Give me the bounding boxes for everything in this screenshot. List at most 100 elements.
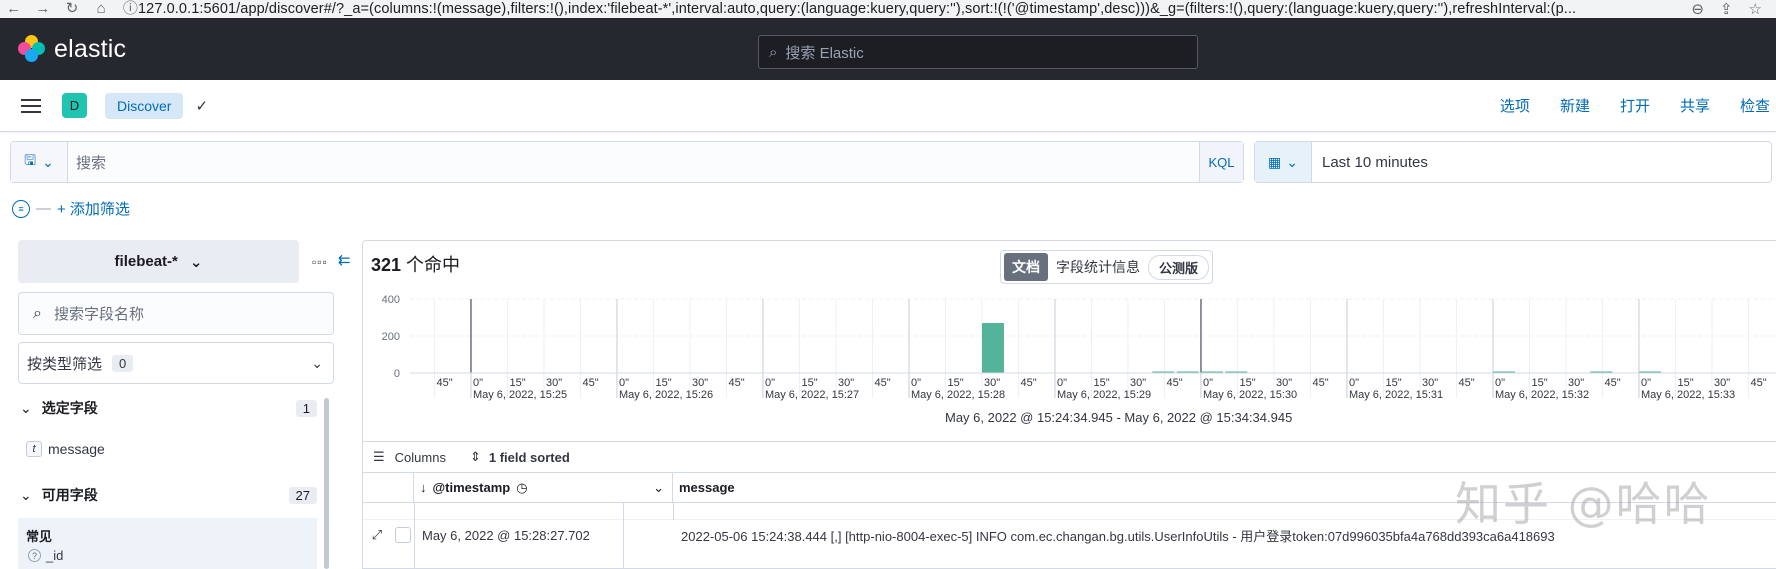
minute-label: May 6, 2022, 15:33 bbox=[1641, 389, 1735, 401]
unknown-type-icon: ? bbox=[28, 549, 41, 562]
sidebar-scrollbar[interactable] bbox=[324, 398, 329, 569]
app-menu-links: 选项 新建 打开 共享 检查 bbox=[1500, 95, 1770, 116]
x-tick-label: 45" bbox=[436, 377, 452, 389]
x-tick-label: 30" bbox=[1422, 377, 1438, 389]
forward-icon[interactable]: → bbox=[35, 1, 50, 17]
more-options-icon[interactable]: ▫▫▫ bbox=[312, 255, 328, 269]
y-tick-label: 200 bbox=[382, 331, 400, 343]
row-checkbox[interactable] bbox=[395, 527, 411, 543]
x-tick-label: 15" bbox=[1385, 377, 1401, 389]
columns-button[interactable]: Columns bbox=[395, 450, 446, 465]
available-fields-header[interactable]: ⌄ 可用字段 27 bbox=[20, 485, 317, 505]
x-tick-label: 45" bbox=[1312, 377, 1328, 389]
app-bar: D Discover ✓ 选项 新建 打开 共享 检查 bbox=[0, 80, 1776, 132]
space-avatar[interactable]: D bbox=[62, 93, 87, 118]
x-tick-label: 0" bbox=[911, 377, 921, 389]
x-tick-label: 30" bbox=[1714, 377, 1730, 389]
selected-fields-header[interactable]: ⌄ 选定字段 1 bbox=[20, 398, 317, 418]
new-link[interactable]: 新建 bbox=[1560, 95, 1590, 116]
date-range-label: May 6, 2022 @ 15:24:34.945 - May 6, 2022… bbox=[945, 410, 1293, 425]
field-item-message[interactable]: t message bbox=[26, 441, 105, 457]
x-tick-label: 0" bbox=[765, 377, 775, 389]
sort-icon: ⇕ bbox=[469, 449, 481, 464]
x-tick-label: 15" bbox=[947, 377, 963, 389]
x-tick-label: 30" bbox=[838, 377, 854, 389]
address-bar[interactable]: 127.0.0.1:5601/app/discover#/?_a=(column… bbox=[138, 1, 1677, 17]
query-bar: 🖫 ⌄ 搜索 KQL bbox=[10, 141, 1244, 183]
add-filter-button[interactable]: + 添加筛选 bbox=[57, 198, 130, 219]
global-search-input[interactable]: ⌕ 搜索 Elastic bbox=[758, 35, 1198, 69]
chevron-down-icon[interactable]: ⌄ bbox=[653, 480, 664, 496]
search-icon: ⌕ bbox=[769, 43, 778, 61]
home-icon[interactable]: ⌂ bbox=[94, 1, 109, 17]
tab-field-stats[interactable]: 字段统计信息 bbox=[1054, 257, 1142, 277]
minute-label: May 6, 2022, 15:32 bbox=[1495, 389, 1589, 401]
filter-icon[interactable]: ≡ bbox=[12, 199, 30, 218]
field-item-id[interactable]: ? _id bbox=[28, 548, 63, 563]
reload-icon[interactable]: ↻ bbox=[64, 1, 79, 17]
histogram-chart[interactable]: 400 200 0 45" 0" 15" 30" 45" 0" 15" 30" 45" 0" 15" 30"… bbox=[364, 288, 1776, 406]
minute-label: May 6, 2022, 15:29 bbox=[1057, 389, 1151, 401]
sort-button[interactable]: 1 field sorted bbox=[489, 450, 570, 465]
expand-icon[interactable]: ⤢ bbox=[367, 527, 387, 543]
column-header-message[interactable]: message bbox=[673, 480, 735, 495]
options-link[interactable]: 选项 bbox=[1500, 95, 1530, 116]
x-tick-label: 45" bbox=[1750, 377, 1766, 389]
column-header-timestamp[interactable]: ↓ @timestamp ◷ ⌄ bbox=[414, 472, 673, 503]
chevron-down-icon: ⌄ bbox=[1286, 153, 1298, 170]
x-tick-label: 0" bbox=[619, 377, 629, 389]
chevron-down-icon: ⌄ bbox=[311, 354, 323, 371]
share-link[interactable]: 共享 bbox=[1680, 95, 1710, 116]
kql-toggle[interactable]: KQL bbox=[1199, 142, 1243, 182]
view-mode-toggle: 文档 字段统计信息 公测版 bbox=[1000, 250, 1214, 284]
type-filter-count: 0 bbox=[112, 354, 134, 372]
browser-nav: ← → ↻ ⌂ ⓘ bbox=[0, 1, 138, 17]
x-tick-label: 30" bbox=[546, 377, 562, 389]
watermark: 知乎 @哈哈 bbox=[1455, 477, 1712, 531]
hits-count: 321 个命中 bbox=[371, 255, 461, 275]
type-filter-button[interactable]: 按类型筛选 0 ⌄ bbox=[18, 342, 334, 384]
common-fields-group: 常见 ? _id bbox=[18, 518, 317, 569]
search-icon: ⌕ bbox=[33, 304, 42, 322]
query-input[interactable]: 搜索 bbox=[68, 152, 1199, 173]
x-tick-label: 45" bbox=[1604, 377, 1620, 389]
index-pattern-label: filebeat-* bbox=[114, 253, 178, 270]
info-icon[interactable]: ⓘ bbox=[123, 1, 138, 17]
field-search-input[interactable]: ⌕ 搜索字段名称 bbox=[18, 292, 334, 335]
index-pattern-selector[interactable]: filebeat-* ⌄ bbox=[18, 240, 299, 283]
string-type-icon: t bbox=[26, 441, 42, 457]
x-tick-label: 30" bbox=[1130, 377, 1146, 389]
back-icon[interactable]: ← bbox=[6, 1, 21, 17]
x-tick-label: 0" bbox=[1641, 377, 1651, 389]
save-icon: 🖫 bbox=[24, 152, 37, 168]
x-tick-label: 15" bbox=[1239, 377, 1255, 389]
logo-text: elastic bbox=[54, 34, 127, 63]
global-search-placeholder: 搜索 Elastic bbox=[785, 44, 864, 62]
x-tick-label: 45" bbox=[1020, 377, 1036, 389]
minute-label: May 6, 2022, 15:26 bbox=[619, 389, 713, 401]
grid-control-column bbox=[363, 472, 414, 503]
time-range[interactable]: Last 10 minutes bbox=[1312, 154, 1428, 171]
saved-query-button[interactable]: 🖫 ⌄ bbox=[11, 142, 68, 182]
collapse-sidebar-icon[interactable]: ⇇ bbox=[338, 251, 351, 269]
zoom-icon[interactable]: ⊖ bbox=[1691, 0, 1704, 18]
chevron-down-icon: ⌄ bbox=[20, 486, 32, 503]
minute-label: May 6, 2022, 15:30 bbox=[1203, 389, 1297, 401]
open-link[interactable]: 打开 bbox=[1620, 95, 1650, 116]
elastic-logo[interactable]: elastic bbox=[18, 35, 126, 64]
tab-documents[interactable]: 文档 bbox=[1004, 253, 1048, 281]
breadcrumb-discover[interactable]: Discover bbox=[105, 92, 184, 119]
inspect-link[interactable]: 检查 bbox=[1740, 95, 1770, 116]
x-tick-label: 45" bbox=[728, 377, 744, 389]
share-icon[interactable]: ⇪ bbox=[1720, 0, 1733, 18]
x-tick-label: 30" bbox=[1276, 377, 1292, 389]
x-tick-label: 0" bbox=[473, 377, 483, 389]
sort-desc-icon: ↓ bbox=[420, 480, 427, 495]
x-tick-label: 45" bbox=[1166, 377, 1182, 389]
bookmark-star-icon[interactable]: ☆ bbox=[1749, 0, 1762, 18]
minute-label: May 6, 2022, 15:27 bbox=[765, 389, 859, 401]
quick-date-button[interactable]: ▦ ⌄ bbox=[1255, 142, 1312, 182]
x-tick-label: 0" bbox=[1495, 377, 1505, 389]
x-tick-label: 15" bbox=[1093, 377, 1109, 389]
menu-icon[interactable] bbox=[21, 98, 41, 113]
